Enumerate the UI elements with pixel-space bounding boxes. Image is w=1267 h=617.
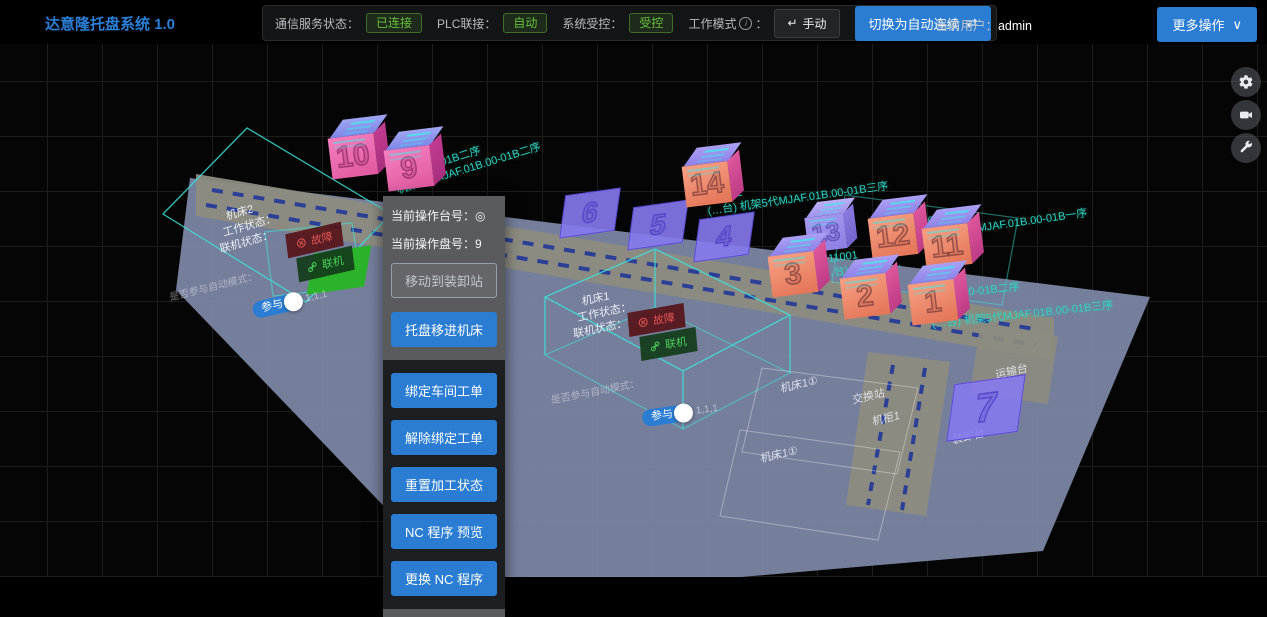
- bind-work-order-button[interactable]: 绑定车间工单: [391, 373, 497, 408]
- online-text: 联机: [321, 252, 344, 273]
- floor-label: 交换站: [852, 384, 886, 408]
- station-number-row: 当前操作台号：◎: [391, 207, 497, 224]
- fault-text: 故障: [652, 309, 675, 329]
- work-mode-button[interactable]: ↵ 手动: [774, 9, 839, 38]
- pallet-cube-9[interactable]: 9: [381, 126, 450, 193]
- cube-front-face: 1: [908, 279, 959, 325]
- panel-footer: [383, 609, 505, 617]
- station-number-value: ◎: [475, 209, 485, 223]
- error-icon: [638, 316, 649, 328]
- tools-fab[interactable]: [1231, 133, 1261, 163]
- pallet-number-label: 当前操作盘号：: [391, 237, 475, 251]
- tile-number: 7: [972, 386, 1000, 430]
- toggle-value: 1,1,1: [304, 289, 328, 305]
- info-icon: i: [739, 17, 752, 30]
- cube-number: 14: [689, 167, 726, 201]
- error-icon: [296, 237, 307, 249]
- camera-fab[interactable]: [1231, 100, 1261, 130]
- camera-icon: [1238, 107, 1254, 123]
- station-number-label: 当前操作台号：: [391, 209, 475, 223]
- work-mode-item: 工作模式i： ↵ 手动: [688, 9, 839, 38]
- station-tile-7[interactable]: 7: [946, 374, 1025, 442]
- current-user: 当前用户：admin: [935, 15, 1032, 34]
- move-pallet-into-machine-button[interactable]: 托盘移进机床: [391, 312, 497, 347]
- current-user-label: 当前用户：: [935, 19, 998, 33]
- work-mode-label: 工作模式i：: [688, 15, 767, 32]
- cube-number: 2: [855, 280, 875, 312]
- current-user-value: admin: [998, 19, 1032, 33]
- floor-label: 机柜1: [872, 407, 901, 429]
- pallet-context-panel: 当前操作台号：◎ 当前操作盘号：9 移动到装卸站 托盘移进机床 绑定车间工单 解…: [383, 196, 505, 617]
- plc-status-label: PLC联接：: [437, 15, 496, 32]
- tile-number: 5: [648, 209, 667, 240]
- comm-status-badge: 已连接: [366, 13, 422, 33]
- pallet-cube-14[interactable]: 14: [679, 142, 748, 209]
- work-mode-text: 工作模式: [688, 15, 736, 32]
- cube-front-face: 2: [840, 273, 891, 319]
- unbind-work-order-button[interactable]: 解除绑定工单: [391, 420, 497, 455]
- pallet-cube-2[interactable]: 2: [837, 254, 906, 321]
- move-to-loading-station-button[interactable]: 移动到装卸站: [391, 263, 497, 298]
- more-operations-label: 更多操作: [1172, 15, 1224, 34]
- floor-label: 机床1①: [780, 372, 818, 397]
- tile-number: 6: [580, 197, 599, 228]
- station-tile-6[interactable]: 6: [559, 187, 621, 238]
- control-status-item: 系统受控： 受控: [562, 13, 673, 33]
- reset-machining-state-button[interactable]: 重置加工状态: [391, 467, 497, 502]
- cube-number: 10: [335, 139, 372, 173]
- link-icon: [650, 340, 661, 352]
- fault-text: 故障: [310, 228, 333, 249]
- cube-front-face: 9: [384, 145, 435, 191]
- enter-icon: ↵: [787, 16, 797, 30]
- cube-front-face: 10: [328, 133, 379, 179]
- nc-program-preview-button[interactable]: NC 程序 预览: [391, 514, 497, 549]
- pallet-number-row: 当前操作盘号：9: [391, 235, 497, 252]
- cube-front-face: 3: [768, 251, 819, 297]
- link-icon: [307, 261, 318, 273]
- toggle-value: 1,1,1: [695, 403, 719, 417]
- settings-fab[interactable]: [1231, 67, 1261, 97]
- work-mode-value: 手动: [803, 15, 827, 32]
- more-operations-button[interactable]: 更多操作 ∨: [1157, 7, 1257, 42]
- panel-info-section: 当前操作台号：◎ 当前操作盘号：9 移动到装卸站 托盘移进机床: [383, 196, 505, 360]
- wrench-icon: [1238, 140, 1254, 156]
- pallet-number-value: 9: [475, 237, 482, 251]
- 3d-viewport[interactable]: 机床1①机床1①交换站机柜1运输台装卸台6547…01B.00-01B二序机架5…: [0, 44, 1267, 577]
- cube-front-face: 14: [682, 161, 733, 207]
- control-status-label: 系统受控：: [562, 15, 622, 32]
- panel-menu-section: 绑定车间工单 解除绑定工单 重置加工状态 NC 程序 预览 更换 NC 程序: [383, 360, 505, 609]
- tile-number: 4: [714, 221, 733, 252]
- control-status-badge: 受控: [629, 13, 673, 33]
- plc-status-badge: 自动: [503, 13, 547, 33]
- comm-status-label: 通信服务状态：: [275, 15, 359, 32]
- topbar: 达意隆托盘系统 1.0 通信服务状态： 已连接 PLC联接： 自动 系统受控： …: [0, 0, 1267, 44]
- cube-number: 9: [399, 152, 419, 184]
- comm-status-item: 通信服务状态： 已连接: [275, 13, 422, 33]
- gear-icon: [1238, 74, 1254, 90]
- floor-label: 机床1①: [760, 442, 798, 467]
- cube-number: 11: [929, 229, 964, 263]
- station-tile-5[interactable]: 5: [627, 199, 689, 250]
- cube-front-face: 12: [868, 213, 919, 259]
- replace-nc-program-button[interactable]: 更换 NC 程序: [391, 561, 497, 596]
- cube-number: 1: [923, 286, 943, 318]
- pallet-cube-1[interactable]: 1: [905, 260, 974, 327]
- cube-number: 12: [875, 219, 912, 253]
- cube-number: 3: [783, 258, 803, 290]
- station-tile-4[interactable]: 4: [693, 211, 755, 262]
- online-text: 联机: [664, 333, 687, 353]
- plc-status-item: PLC联接： 自动: [437, 13, 547, 33]
- pallet-cube-3[interactable]: 3: [765, 232, 834, 299]
- chevron-down-icon: ∨: [1232, 17, 1242, 33]
- app-title: 达意隆托盘系统 1.0: [45, 13, 175, 34]
- status-toolbar: 通信服务状态： 已连接 PLC联接： 自动 系统受控： 受控 工作模式i： ↵ …: [262, 5, 997, 41]
